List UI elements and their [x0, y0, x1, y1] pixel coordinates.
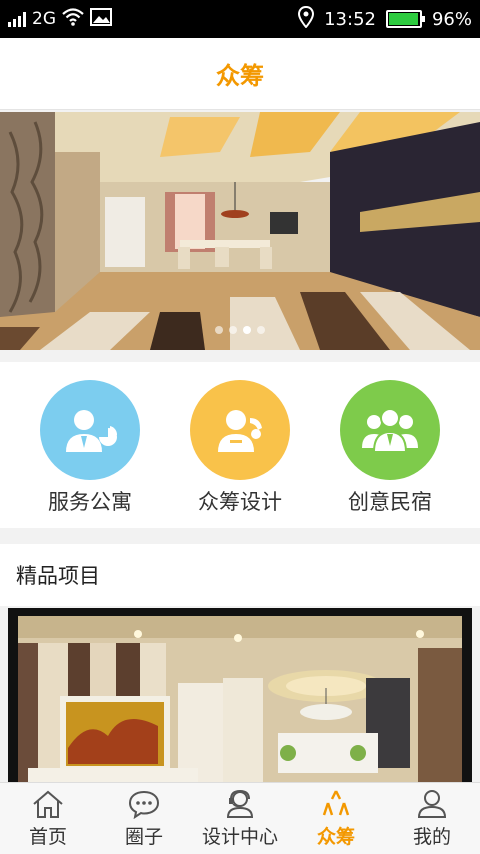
status-bar: 2G 13:52 96%	[0, 0, 480, 38]
page-header: 众筹	[0, 38, 480, 110]
network-type: 2G	[32, 9, 56, 29]
carousel-dot[interactable]	[257, 326, 265, 334]
banner-carousel[interactable]	[0, 112, 480, 350]
category-row: 服务公寓 众筹设计 创意民宿	[0, 362, 480, 528]
category-label: 服务公寓	[48, 490, 132, 514]
nav-item-circle[interactable]: 圈子	[96, 783, 192, 854]
carousel-dot[interactable]	[229, 326, 237, 334]
nav-label: 设计中心	[201, 826, 278, 848]
status-left: 2G	[8, 0, 112, 38]
bottom-nav: 首页 圈子 设计中心 众筹 我的	[0, 782, 480, 854]
clock: 13:52	[324, 8, 376, 30]
user-chart-icon	[40, 380, 140, 480]
project-card[interactable]	[8, 608, 472, 784]
battery-percent: 96%	[431, 8, 472, 30]
nav-item-mine[interactable]: 我的	[384, 783, 480, 854]
profile-icon	[414, 787, 450, 821]
nav-item-home[interactable]: 首页	[0, 783, 96, 854]
designer-icon	[222, 787, 258, 821]
wifi-icon	[62, 7, 84, 31]
nav-label: 首页	[28, 826, 67, 848]
crowdfunding-icon	[318, 787, 354, 821]
battery-icon	[385, 10, 425, 28]
nav-label: 我的	[412, 826, 451, 848]
nav-label: 众筹	[316, 826, 355, 848]
carousel-dot[interactable]	[215, 326, 223, 334]
carousel-dot[interactable]	[243, 326, 251, 334]
nav-label: 圈子	[124, 826, 163, 848]
location-icon	[298, 5, 315, 33]
user-phone-icon	[190, 380, 290, 480]
category-label: 创意民宿	[348, 490, 432, 514]
featured-projects-header: 精品项目	[0, 544, 480, 606]
category-service-apartment[interactable]: 服务公寓	[15, 362, 165, 528]
chat-icon	[126, 787, 162, 821]
carousel-dots	[0, 326, 480, 334]
image-icon	[90, 7, 112, 31]
home-icon	[30, 787, 66, 821]
banner-image	[0, 112, 480, 350]
page-title: 众筹	[216, 62, 264, 90]
signal-icon	[8, 11, 26, 27]
nav-item-design-center[interactable]: 设计中心	[192, 783, 288, 854]
category-label: 众筹设计	[198, 490, 282, 514]
project-image	[8, 608, 472, 784]
users-group-icon	[340, 380, 440, 480]
status-right: 13:52 96%	[298, 0, 472, 38]
category-creative-homestay[interactable]: 创意民宿	[315, 362, 465, 528]
section-title: 精品项目	[16, 564, 100, 588]
category-crowdfunding-design[interactable]: 众筹设计	[165, 362, 315, 528]
nav-item-crowdfunding[interactable]: 众筹	[288, 783, 384, 854]
